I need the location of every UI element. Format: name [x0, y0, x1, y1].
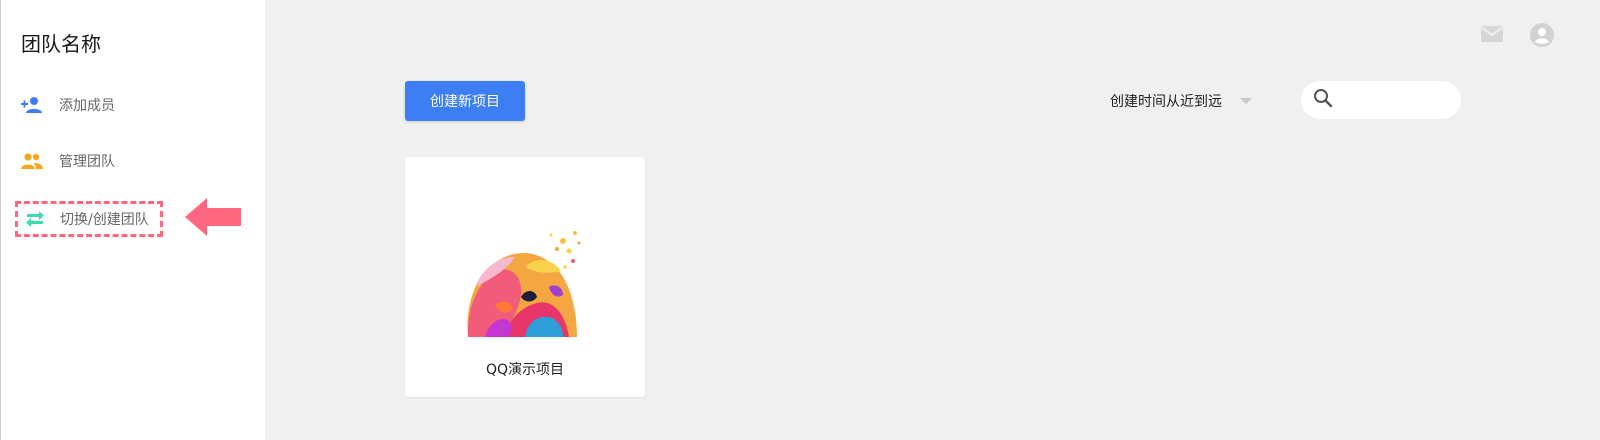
sidebar: 团队名称 添加成员 管理团队 切换/创建团队: [0, 0, 265, 440]
pointer-arrow: [185, 198, 241, 236]
group-icon: [21, 150, 43, 172]
sidebar-item-add-member[interactable]: 添加成员: [21, 89, 115, 121]
search-box[interactable]: [1301, 81, 1461, 119]
search-input[interactable]: [1341, 92, 1451, 108]
account-circle-icon[interactable]: [1530, 23, 1554, 47]
main-area: 创建新项目 创建时间从近到远 QQ演示项目: [265, 0, 1600, 440]
sidebar-item-manage-team[interactable]: 管理团队: [21, 145, 115, 177]
sort-label: 创建时间从近到远: [1110, 94, 1222, 110]
chevron-down-icon: [1240, 98, 1252, 104]
sidebar-item-label: 添加成员: [59, 98, 115, 114]
project-thumbnail: [467, 231, 581, 337]
search-icon: [1313, 88, 1333, 112]
sidebar-item-label: 管理团队: [59, 154, 115, 170]
team-name: 团队名称: [21, 32, 101, 56]
add-person-icon: [21, 94, 43, 116]
sidebar-item-switch-team[interactable]: 切换/创建团队: [15, 201, 163, 237]
mail-icon[interactable]: [1480, 25, 1505, 49]
project-card[interactable]: QQ演示项目: [405, 157, 645, 397]
create-project-button[interactable]: 创建新项目: [405, 81, 525, 121]
sidebar-item-label: 切换/创建团队: [60, 212, 149, 228]
sort-dropdown[interactable]: 创建时间从近到远: [1110, 88, 1252, 114]
project-name: QQ演示项目: [485, 362, 565, 378]
swap-icon: [24, 208, 46, 230]
